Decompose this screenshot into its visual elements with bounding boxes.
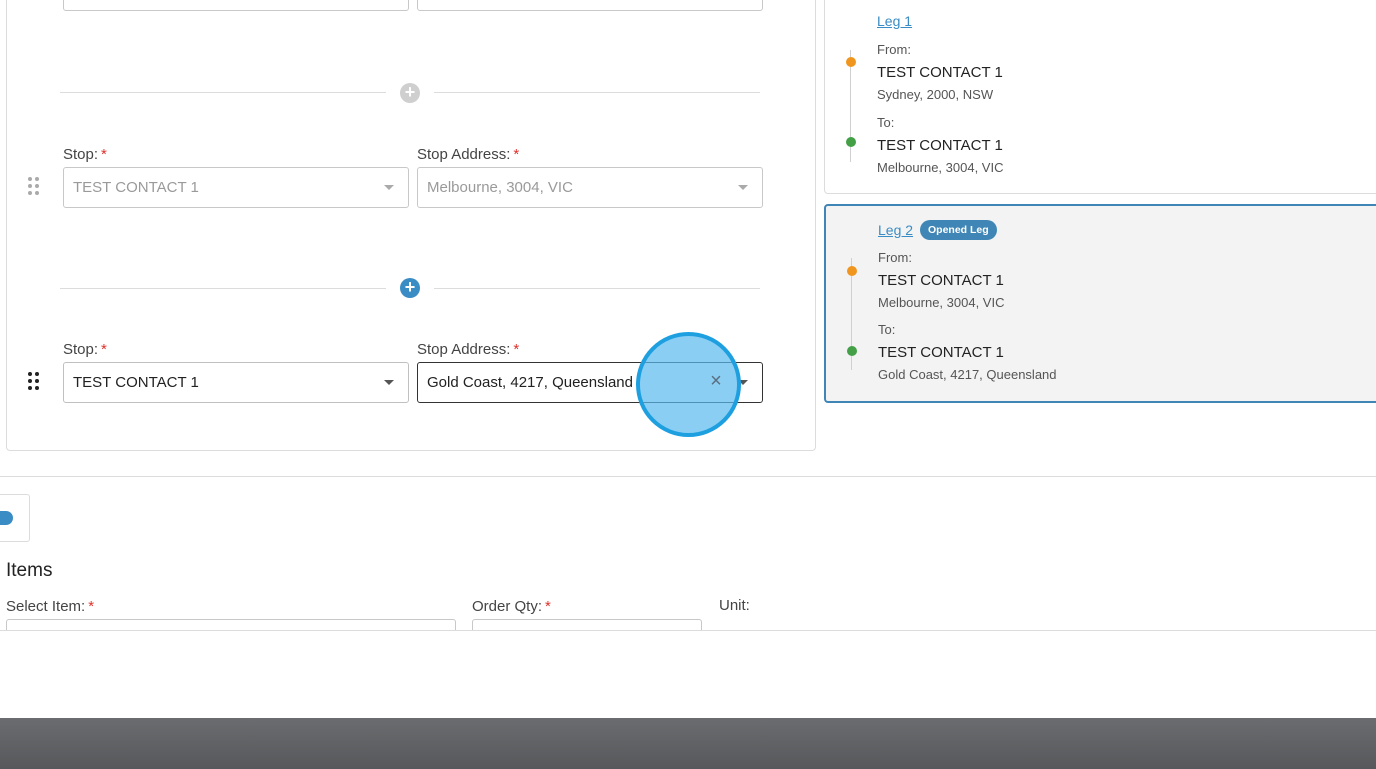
to-label: To: (877, 115, 895, 130)
chevron-down-icon (738, 185, 748, 190)
previous-stop-select[interactable] (63, 0, 409, 11)
chevron-down-icon (384, 185, 394, 190)
blank-area (0, 631, 1376, 718)
select-item-label: Select Item: * (6, 598, 95, 615)
divider (60, 92, 386, 93)
add-stop-button[interactable]: + (400, 278, 420, 298)
footer-bar (0, 718, 1376, 769)
previous-stop-address-select[interactable] (417, 0, 763, 11)
stop-select[interactable]: TEST CONTACT 1 (63, 167, 409, 208)
to-label: To: (878, 322, 896, 337)
stop-address-value: Gold Coast, 4217, Queensland (427, 374, 633, 391)
leg-1-link[interactable]: Leg 1 (877, 13, 912, 29)
divider (434, 92, 760, 93)
opened-leg-badge: Opened Leg (920, 220, 997, 240)
to-dot-icon (846, 137, 856, 147)
chevron-down-icon (384, 380, 394, 385)
drag-handle-icon[interactable] (28, 177, 42, 195)
from-address: Melbourne, 3004, VIC (878, 295, 1005, 310)
from-address: Sydney, 2000, NSW (877, 87, 994, 102)
close-icon[interactable]: × (707, 370, 725, 392)
stop-label: Stop: * (63, 341, 107, 358)
to-dot-icon (847, 346, 857, 356)
leg-2-link[interactable]: Leg 2 (878, 222, 913, 238)
stop-address-select[interactable]: Melbourne, 3004, VIC (417, 167, 763, 208)
from-dot-icon (846, 57, 856, 67)
order-qty-label: Order Qty: * (472, 598, 551, 615)
stop-address-value: Melbourne, 3004, VIC (427, 179, 573, 196)
from-contact: TEST CONTACT 1 (878, 272, 1004, 289)
tag-icon (0, 511, 13, 525)
stop-select[interactable]: TEST CONTACT 1 (63, 362, 409, 403)
add-stop-button[interactable]: + (400, 83, 420, 103)
stop-address-label: Stop Address: * (417, 341, 520, 358)
section-divider (0, 476, 1376, 477)
divider (434, 288, 760, 289)
unit-label: Unit: (719, 597, 750, 614)
items-title: Items (6, 560, 53, 581)
stop-address-label: Stop Address: * (417, 146, 520, 163)
from-dot-icon (847, 266, 857, 276)
to-contact: TEST CONTACT 1 (877, 137, 1003, 154)
to-address: Gold Coast, 4217, Queensland (878, 367, 1057, 382)
click-highlight (636, 332, 741, 437)
drag-handle-icon[interactable] (28, 372, 42, 390)
stop-select-value: TEST CONTACT 1 (73, 374, 199, 391)
from-label: From: (878, 250, 912, 265)
to-contact: TEST CONTACT 1 (878, 344, 1004, 361)
stop-label: Stop: * (63, 146, 107, 163)
stop-select-value: TEST CONTACT 1 (73, 179, 199, 196)
divider (60, 288, 386, 289)
from-label: From: (877, 42, 911, 57)
from-contact: TEST CONTACT 1 (877, 64, 1003, 81)
tag-tab[interactable] (0, 494, 30, 542)
to-address: Melbourne, 3004, VIC (877, 160, 1004, 175)
